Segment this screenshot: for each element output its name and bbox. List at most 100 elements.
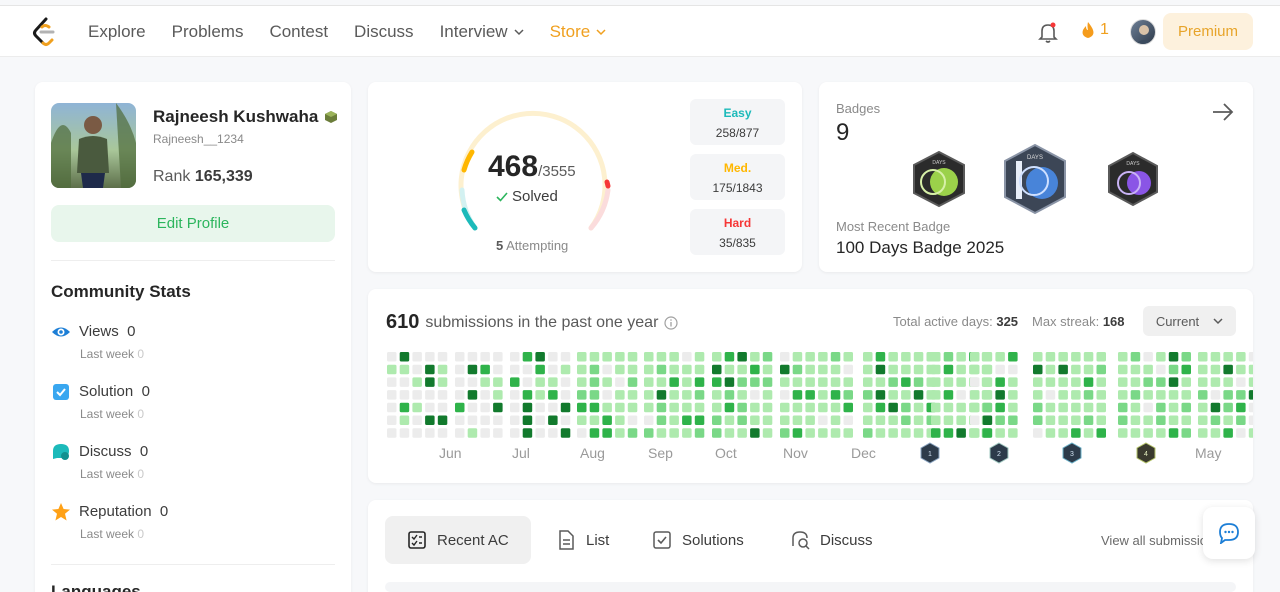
nav-problems[interactable]: Problems <box>172 22 244 42</box>
heatmap-cell[interactable] <box>1168 415 1179 426</box>
heatmap-cell[interactable] <box>412 352 422 362</box>
heatmap-cell[interactable] <box>522 377 533 387</box>
heatmap-cell[interactable] <box>1058 364 1068 375</box>
heatmap-cell[interactable] <box>1223 402 1233 413</box>
heatmap-cell[interactable] <box>694 390 705 400</box>
heatmap-cell[interactable] <box>425 428 435 438</box>
heatmap-cell[interactable] <box>1083 415 1094 426</box>
heatmap-cell[interactable] <box>602 402 612 413</box>
heatmap-cell[interactable] <box>493 390 503 400</box>
heatmap-cell[interactable] <box>510 402 520 413</box>
heatmap-cell[interactable] <box>1198 428 1208 438</box>
heatmap-cell[interactable] <box>1008 352 1018 362</box>
heatmap-cell[interactable] <box>913 390 924 400</box>
heatmap-cell[interactable] <box>901 415 911 426</box>
heatmap-cell[interactable] <box>627 364 638 375</box>
heatmap-cell[interactable] <box>1058 415 1068 426</box>
heatmap-cell[interactable] <box>656 402 667 413</box>
heatmap-cell[interactable] <box>1198 377 1208 387</box>
heatmap-cell[interactable] <box>1096 402 1107 413</box>
heatmap-cell[interactable] <box>644 377 654 387</box>
heatmap-cell[interactable] <box>888 364 898 375</box>
200-days-badge-icon[interactable]: DAYS <box>1106 151 1160 207</box>
heatmap-cell[interactable] <box>669 390 679 400</box>
heatmap-cell[interactable] <box>1248 415 1253 426</box>
heatmap-cell[interactable] <box>1118 364 1128 375</box>
heatmap-cell[interactable] <box>724 364 735 375</box>
heatmap-cell[interactable] <box>1058 352 1068 362</box>
heatmap-cell[interactable] <box>750 352 760 362</box>
heatmap-cell[interactable] <box>1248 428 1253 438</box>
heatmap-cell[interactable] <box>805 402 815 413</box>
heatmap-cell[interactable] <box>1033 390 1043 400</box>
heatmap-cell[interactable] <box>943 402 954 413</box>
heatmap-cell[interactable] <box>818 402 828 413</box>
heatmap-cell[interactable] <box>724 377 735 387</box>
heatmap-cell[interactable] <box>437 428 448 438</box>
heatmap-cell[interactable] <box>1118 352 1128 362</box>
heatmap-cell[interactable] <box>1008 402 1018 413</box>
heatmap-cell[interactable] <box>425 390 435 400</box>
heatmap-cell[interactable] <box>644 352 654 362</box>
heatmap-cell[interactable] <box>425 402 435 413</box>
heatmap-cell[interactable] <box>818 377 828 387</box>
heatmap-cell[interactable] <box>467 377 478 387</box>
difficulty-medium[interactable]: Med. 175/1843 <box>690 154 785 200</box>
heatmap-cell[interactable] <box>875 390 886 400</box>
heatmap-cell[interactable] <box>1058 428 1068 438</box>
heatmap-cell[interactable] <box>1045 428 1056 438</box>
heatmap-cell[interactable] <box>1181 415 1192 426</box>
heatmap-cell[interactable] <box>712 402 722 413</box>
heatmap-cell[interactable] <box>943 428 954 438</box>
heatmap-cell[interactable] <box>480 428 490 438</box>
heatmap-cell[interactable] <box>560 415 571 426</box>
heatmap-cell[interactable] <box>425 352 435 362</box>
heatmap-cell[interactable] <box>480 364 490 375</box>
heatmap-cell[interactable] <box>1033 428 1043 438</box>
heatmap-cell[interactable] <box>615 402 625 413</box>
heatmap-cell[interactable] <box>805 364 815 375</box>
heatmap-cell[interactable] <box>956 352 966 362</box>
heatmap-cell[interactable] <box>1071 428 1081 438</box>
heatmap-cell[interactable] <box>1071 352 1081 362</box>
heatmap-cell[interactable] <box>1071 377 1081 387</box>
monthly-badge-mar-icon[interactable]: 3 <box>1061 442 1083 464</box>
heatmap-cell[interactable] <box>805 352 815 362</box>
heatmap-cell[interactable] <box>1045 402 1056 413</box>
heatmap-cell[interactable] <box>863 415 873 426</box>
heatmap-cell[interactable] <box>1143 428 1153 438</box>
heatmap-cell[interactable] <box>982 428 993 438</box>
heatmap-cell[interactable] <box>1198 364 1208 375</box>
heatmap-cell[interactable] <box>480 352 490 362</box>
heatmap-cell[interactable] <box>931 352 941 362</box>
heatmap-cell[interactable] <box>1223 352 1233 362</box>
heatmap-cell[interactable] <box>548 402 558 413</box>
heatmap-cell[interactable] <box>875 377 886 387</box>
heatmap-cell[interactable] <box>1168 402 1179 413</box>
heatmap-cell[interactable] <box>830 390 841 400</box>
heatmap-cell[interactable] <box>615 415 625 426</box>
heatmap-cell[interactable] <box>762 377 773 387</box>
heatmap-cell[interactable] <box>843 415 854 426</box>
heatmap-cell[interactable] <box>656 364 667 375</box>
heatmap-cell[interactable] <box>843 402 854 413</box>
heatmap-cell[interactable] <box>669 352 679 362</box>
heatmap-cell[interactable] <box>888 377 898 387</box>
heatmap-cell[interactable] <box>818 364 828 375</box>
heatmap-cell[interactable] <box>577 390 587 400</box>
heatmap-cell[interactable] <box>425 364 435 375</box>
heatmap-cell[interactable] <box>792 352 803 362</box>
heatmap-cell[interactable] <box>682 352 692 362</box>
heatmap-cell[interactable] <box>1223 428 1233 438</box>
heatmap-cell[interactable] <box>644 428 654 438</box>
heatmap-cell[interactable] <box>493 377 503 387</box>
heatmap-cell[interactable] <box>843 364 854 375</box>
heatmap-cell[interactable] <box>644 390 654 400</box>
heatmap-cell[interactable] <box>888 428 898 438</box>
heatmap-cell[interactable] <box>943 377 954 387</box>
heatmap-cell[interactable] <box>943 352 954 362</box>
heatmap-cell[interactable] <box>669 377 679 387</box>
heatmap-cell[interactable] <box>901 364 911 375</box>
heatmap-cell[interactable] <box>455 402 465 413</box>
heatmap-cell[interactable] <box>995 377 1005 387</box>
